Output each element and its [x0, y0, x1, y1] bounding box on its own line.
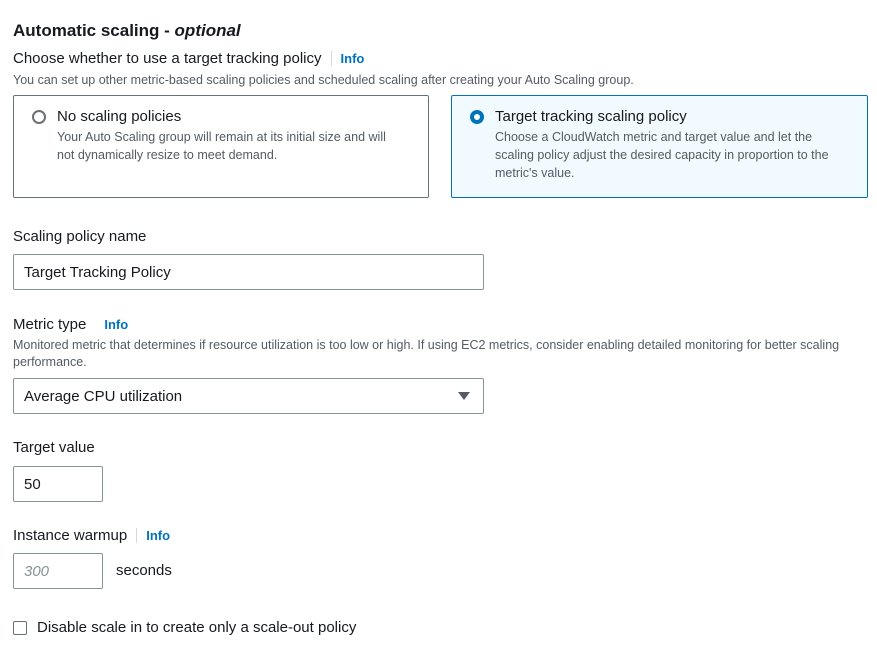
- instance-warmup-placeholder: 300: [24, 562, 50, 580]
- section-title: Automatic scaling - optional: [13, 20, 241, 42]
- policy-name-input[interactable]: Target Tracking Policy: [13, 254, 484, 290]
- radio-target-tracking-policy[interactable]: [470, 110, 484, 124]
- target-value-input[interactable]: 50: [13, 466, 103, 502]
- scaling-choice-description: You can set up other metric-based scalin…: [13, 73, 634, 87]
- section-title-optional: optional: [174, 21, 241, 40]
- tile-target-tracking-title: Target tracking scaling policy: [495, 108, 687, 125]
- scaling-choice-info-link[interactable]: Info: [330, 51, 365, 66]
- disable-scale-in-label: Disable scale in to create only a scale-…: [37, 619, 357, 636]
- instance-warmup-unit: seconds: [116, 562, 172, 579]
- policy-name-label: Scaling policy name: [13, 228, 147, 245]
- tile-target-tracking-policy[interactable]: Target tracking scaling policy Choose a …: [451, 95, 868, 198]
- instance-warmup-label-row: Instance warmup Info: [13, 526, 171, 546]
- radio-no-scaling-policies[interactable]: [32, 110, 46, 124]
- metric-type-select[interactable]: Average CPU utilization: [13, 378, 484, 414]
- metric-type-info-link[interactable]: Info: [86, 317, 128, 332]
- tile-no-scaling-description: Your Auto Scaling group will remain at i…: [57, 130, 386, 162]
- metric-type-description: Monitored metric that determines if reso…: [13, 338, 840, 369]
- instance-warmup-label: Instance warmup: [13, 527, 128, 544]
- target-value-value: 50: [24, 475, 41, 493]
- instance-warmup-info-link[interactable]: Info: [136, 528, 171, 543]
- scaling-choice-label: Choose whether to use a target tracking …: [13, 50, 322, 67]
- scaling-choice-label-row: Choose whether to use a target tracking …: [13, 49, 365, 69]
- disable-scale-in-row[interactable]: Disable scale in to create only a scale-…: [13, 618, 356, 638]
- tile-no-scaling-policies[interactable]: No scaling policies Your Auto Scaling gr…: [13, 95, 429, 198]
- section-title-text: Automatic scaling -: [13, 21, 170, 40]
- policy-name-value: Target Tracking Policy: [24, 263, 171, 281]
- metric-type-label: Metric type: [13, 316, 87, 333]
- tile-target-tracking-description: Choose a CloudWatch metric and target va…: [495, 130, 829, 180]
- disable-scale-in-checkbox[interactable]: [13, 621, 27, 635]
- metric-type-label-row: Metric type Info: [13, 315, 128, 335]
- tile-no-scaling-title: No scaling policies: [57, 108, 182, 125]
- target-value-label: Target value: [13, 439, 95, 456]
- metric-type-selected-value: Average CPU utilization: [24, 387, 183, 405]
- instance-warmup-input[interactable]: 300: [13, 553, 103, 589]
- caret-down-icon: [458, 392, 470, 400]
